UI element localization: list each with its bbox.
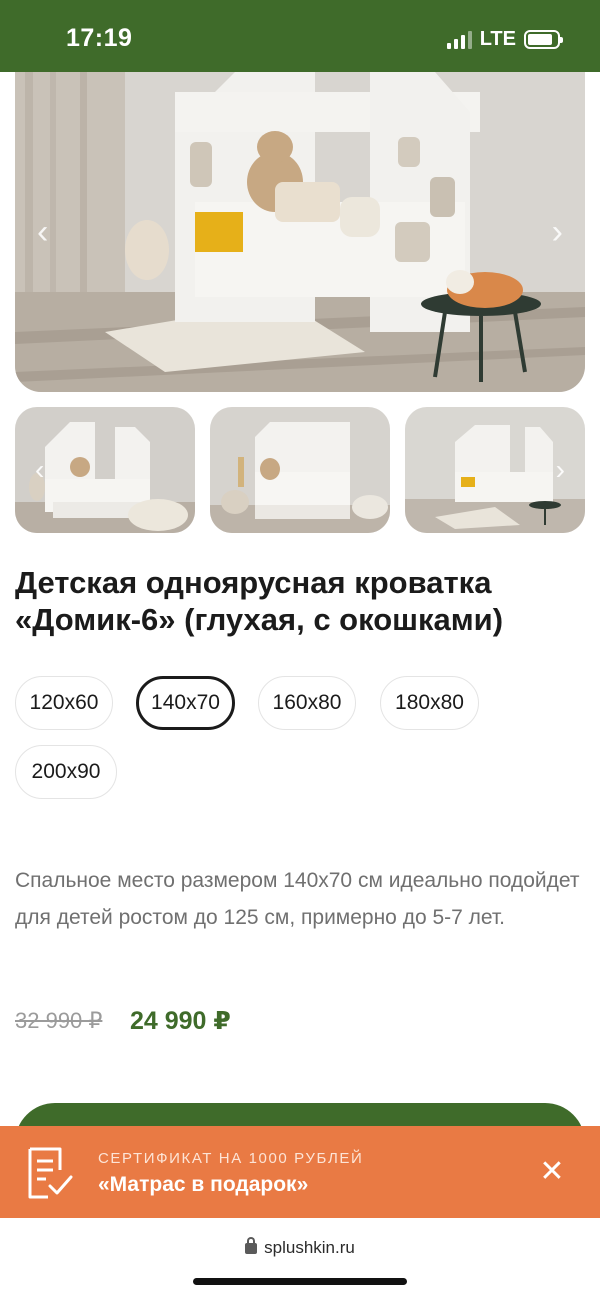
thumbnail-3[interactable]: › <box>405 407 585 533</box>
battery-icon <box>524 30 563 49</box>
thumbnail-1[interactable]: ‹ <box>15 407 195 533</box>
bed-photo-image <box>15 72 585 392</box>
size-option-160x80[interactable]: 160x80 <box>258 676 356 730</box>
product-title: Детская одноярусная кроватка «Домик-6» (… <box>15 565 504 637</box>
size-option-200x90[interactable]: 200x90 <box>15 745 117 799</box>
product-description: Спальное место размером 140x70 см идеаль… <box>15 869 580 929</box>
thumbnail-prev-icon[interactable]: ‹ <box>35 454 44 486</box>
status-bar: 17:19 LTE <box>0 0 600 72</box>
old-price: 32 990 ₽ <box>15 1008 103 1033</box>
product-main-photo[interactable]: ‹ › <box>15 72 585 392</box>
thumbnail-2[interactable] <box>210 407 390 533</box>
promo-title: «Матрас в подарок» <box>98 1173 309 1196</box>
home-indicator[interactable] <box>193 1278 407 1285</box>
size-option-120x60[interactable]: 120x60 <box>15 676 113 730</box>
current-price: 24 990 ₽ <box>130 1007 231 1035</box>
promo-caption: СЕРТИФИКАТ НА 1000 РУБЛЕЙ <box>98 1150 364 1167</box>
promo-banner[interactable]: СЕРТИФИКАТ НА 1000 РУБЛЕЙ «Матрас в пода… <box>0 1126 600 1218</box>
gallery-prev-icon[interactable]: ‹ <box>37 215 48 249</box>
thumbnail-strip: ‹ › <box>15 407 600 533</box>
status-indicators: LTE <box>446 28 563 51</box>
gallery-next-icon[interactable]: › <box>552 215 563 249</box>
url-text: splushkin.ru <box>264 1238 355 1257</box>
certificate-check-icon <box>28 1147 73 1199</box>
close-icon[interactable]: ✕ <box>538 1157 566 1187</box>
lock-icon <box>245 1237 258 1254</box>
status-time: 17:19 <box>66 24 133 52</box>
size-option-180x80[interactable]: 180x80 <box>380 676 479 730</box>
network-label: LTE <box>479 28 516 50</box>
thumbnail-2-image <box>210 407 390 533</box>
size-option-140x70[interactable]: 140x70 <box>136 676 235 730</box>
thumbnail-next-icon[interactable]: › <box>556 454 565 486</box>
signal-icon <box>446 30 472 49</box>
url-display[interactable]: splushkin.ru <box>0 1237 600 1258</box>
browser-address-bar[interactable]: splushkin.ru <box>0 1218 600 1297</box>
